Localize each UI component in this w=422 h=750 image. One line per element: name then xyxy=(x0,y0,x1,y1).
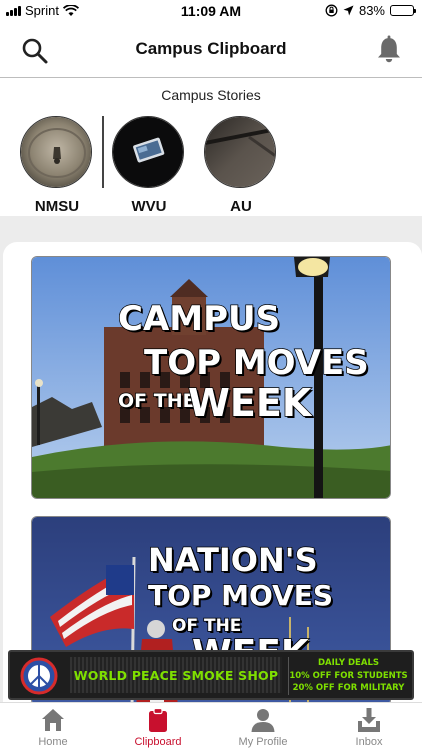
ad-title: WORLD PEACE SMOKE SHOP xyxy=(73,668,279,683)
stories-title: Campus Stories xyxy=(161,87,261,103)
profile-icon xyxy=(251,709,275,732)
ad-deal-line: DAILY DEALS xyxy=(318,658,379,668)
card-headline-line: WEEK xyxy=(187,381,312,425)
feed-card-campus-top-moves[interactable]: CAMPUS TOP MOVES OF THE WEEK xyxy=(31,256,391,499)
card-headline-line: TOP MOVES xyxy=(143,343,369,383)
story-au[interactable]: AU xyxy=(204,116,278,215)
battery-icon xyxy=(390,5,416,16)
ad-banner[interactable]: WORLD PEACE SMOKE SHOP DAILY DEALS 10% O… xyxy=(8,650,414,700)
ad-deal-line: 10% OFF FOR STUDENTS xyxy=(289,670,408,681)
app-screen: Sprint 11:09 AM 83% Campus Clipboard Cam… xyxy=(0,0,422,750)
ad-deal-line: 20% OFF FOR MILITARY xyxy=(292,683,405,693)
bell-icon[interactable] xyxy=(374,34,404,66)
story-label: AU xyxy=(230,198,252,215)
status-right: 83% xyxy=(325,3,416,18)
tab-bar: Home Clipboard My Profile Inbox xyxy=(0,702,422,750)
battery-percent: 83% xyxy=(358,3,385,18)
story-thumbnail xyxy=(204,116,276,188)
location-icon xyxy=(343,5,354,16)
card-headline-line: TOP MOVES xyxy=(147,579,334,612)
story-thumbnail xyxy=(112,116,184,188)
card-headline-line: CAMPUS xyxy=(117,299,281,339)
nav-header: Campus Clipboard xyxy=(0,22,422,78)
ad-deals: DAILY DEALS 10% OFF FOR STUDENTS 20% OFF… xyxy=(288,657,408,695)
status-bar: Sprint 11:09 AM 83% xyxy=(0,0,422,22)
tab-clipboard[interactable]: Clipboard xyxy=(108,707,208,748)
campus-stories: Campus Stories NMSU WVU AU xyxy=(0,79,422,216)
story-label: NMSU xyxy=(34,198,80,215)
card-headline-line: OF THE xyxy=(117,390,196,412)
tab-label: Clipboard xyxy=(134,736,182,748)
story-thumbnail xyxy=(20,116,92,188)
clipboard-icon xyxy=(149,707,167,732)
tab-label: Inbox xyxy=(355,736,383,748)
tab-my-profile[interactable]: My Profile xyxy=(213,707,313,748)
tab-inbox[interactable]: Inbox xyxy=(319,707,419,748)
stories-divider xyxy=(102,116,104,188)
story-nmsu[interactable]: NMSU xyxy=(20,116,94,215)
story-label: WVU xyxy=(131,198,167,215)
story-wvu[interactable]: WVU xyxy=(112,116,186,215)
card-headline-line: NATION'S xyxy=(147,541,318,579)
tab-label: My Profile xyxy=(238,736,288,748)
home-icon xyxy=(42,709,64,731)
feed: CAMPUS TOP MOVES OF THE WEEK NATION'S TO… xyxy=(3,242,422,702)
inbox-icon xyxy=(358,708,380,732)
peace-logo-icon xyxy=(20,657,58,695)
tab-home[interactable]: Home xyxy=(3,707,103,748)
orientation-lock-icon xyxy=(325,4,338,17)
tab-label: Home xyxy=(38,736,68,748)
page-title: Campus Clipboard xyxy=(135,39,287,58)
